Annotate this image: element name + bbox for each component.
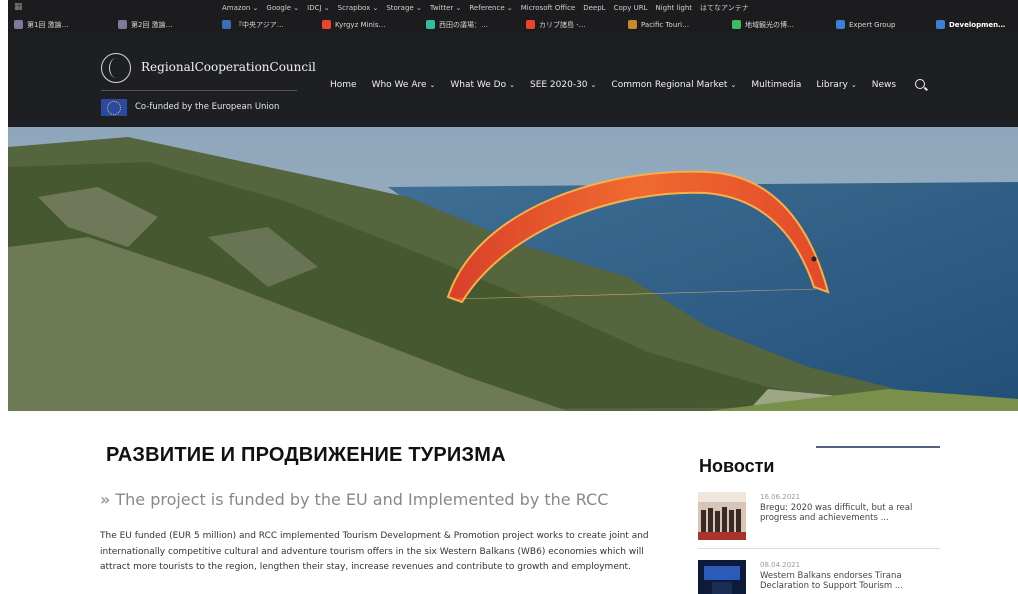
- bookmark-tab[interactable]: Kyrgyz Minis…: [322, 18, 385, 31]
- bookmark-link[interactable]: DeepL: [583, 4, 605, 12]
- bookmark-tab-label: 地域観光の博…: [745, 20, 794, 29]
- subtitle-text: The project is funded by the EU and Impl…: [115, 490, 609, 509]
- bookmark-tab-label: カリブ諸島 -…: [539, 20, 586, 29]
- cofunded-label: Co-funded by the European Union: [135, 102, 280, 112]
- page-title: РАЗВИТИЕ И ПРОДВИЖЕНИЕ ТУРИЗМА: [106, 444, 506, 466]
- hero-image: [8, 127, 1018, 411]
- rcc-logo-icon[interactable]: [101, 53, 131, 83]
- main-nav: Home Who We Are ⌄ What We Do ⌄ SEE 2020-30 ⌄ Co…: [330, 80, 896, 90]
- bookmark-tab[interactable]: カリブ諸島 -…: [526, 18, 586, 31]
- bookmarks-bar: ▦ Amazon ⌄ Google ⌄ IDCJ ⌄ Scrapbox ⌄ Storag…: [8, 0, 1018, 33]
- bookmark-link[interactable]: Reference ⌄: [469, 4, 512, 12]
- favicon-icon: [222, 20, 231, 29]
- nav-item-home[interactable]: Home: [330, 80, 357, 90]
- bookmark-tab-label: 『中央アジア…: [235, 20, 284, 29]
- apps-grid-icon[interactable]: ▦: [14, 2, 23, 12]
- news-thumbnail[interactable]: [698, 492, 746, 540]
- bookmark-tab-label: 第1回 激論…: [27, 20, 69, 29]
- nav-item-label: Library: [816, 80, 848, 90]
- news-item[interactable]: 16.06.2021 Bregu: 2020 was difficult, bu…: [698, 492, 940, 548]
- bookmark-link[interactable]: Scrapbox ⌄: [338, 4, 379, 12]
- bookmark-tab-label: 西田の議場：…: [439, 20, 488, 29]
- favicon-icon: [426, 20, 435, 29]
- favicon-icon: [322, 20, 331, 29]
- news-separator: [698, 548, 940, 549]
- favicon-icon: [628, 20, 637, 29]
- chevron-down-icon: ⌄: [509, 81, 515, 89]
- bookmark-tab[interactable]: 西田の議場：…: [426, 18, 488, 31]
- chevron-down-icon: ⌄: [590, 81, 597, 89]
- nav-item-who-we-are[interactable]: Who We Are ⌄: [372, 80, 436, 90]
- bookmark-tab[interactable]: Expert Group: [836, 18, 895, 31]
- nav-item-library[interactable]: Library ⌄: [816, 80, 856, 90]
- bookmark-tab-label: Pacific Touri…: [641, 20, 690, 29]
- bookmark-tab-label: Expert Group: [849, 20, 896, 29]
- nav-item-label: Who We Are: [371, 80, 427, 90]
- nav-item-multimedia[interactable]: Multimedia: [751, 80, 801, 90]
- bookmark-link[interactable]: Amazon ⌄: [222, 4, 258, 12]
- news-date: 08.04.2021: [760, 561, 801, 569]
- favicon-icon: [526, 20, 535, 29]
- favicon-icon: [936, 20, 945, 29]
- nav-item-what-we-do[interactable]: What We Do ⌄: [450, 80, 515, 90]
- bookmark-tabs-row: 第1回 激論… 第2回 激論… 『中央アジア… Kyrgyz Minis… 西田の議場：…: [8, 16, 1018, 33]
- bookmark-tab-label: 第2回 激論…: [131, 20, 173, 29]
- double-chevron-icon: »: [100, 490, 110, 509]
- favicon-icon: [732, 20, 741, 29]
- bookmark-link[interactable]: Twitter ⌄: [430, 4, 462, 12]
- news-accent-rule: [816, 446, 940, 448]
- bookmark-tab-label: Kyrgyz Minis…: [335, 20, 386, 29]
- nav-item-label: What We Do: [450, 80, 507, 90]
- chevron-down-icon: ⌄: [850, 81, 857, 89]
- nav-item-label: SEE 2020-30: [529, 80, 588, 90]
- browser-page: ▦ Amazon ⌄ Google ⌄ IDCJ ⌄ Scrapbox ⌄ Storag…: [0, 0, 1018, 594]
- hero-landscape: [8, 127, 1018, 411]
- news-thumbnail[interactable]: [698, 560, 746, 594]
- bookmark-tab[interactable]: 『中央アジア…: [222, 18, 284, 31]
- bookmark-link[interactable]: Google ⌄: [266, 4, 299, 12]
- news-heading: Новости: [699, 456, 775, 476]
- nav-item-news[interactable]: News: [872, 80, 896, 90]
- news-date: 16.06.2021: [760, 493, 801, 501]
- bookmark-links: Amazon ⌄ Google ⌄ IDCJ ⌄ Scrapbox ⌄ Storage …: [222, 3, 757, 13]
- chevron-down-icon: ⌄: [429, 81, 436, 89]
- site-logo-text[interactable]: RegionalCooperationCouncil: [141, 60, 316, 74]
- intro-paragraph: The EU funded (EUR 5 million) and RCC im…: [100, 531, 649, 572]
- site-header: RegionalCooperationCouncil Co-funded by …: [8, 33, 1018, 127]
- news-title[interactable]: Western Balkans endorses Tirana Declarat…: [760, 571, 940, 591]
- bookmark-link[interactable]: はてなアンテナ: [700, 4, 749, 12]
- nav-item-label: Common Regional Market: [611, 80, 728, 90]
- news-item[interactable]: 08.04.2021 Western Balkans endorses Tira…: [698, 560, 940, 594]
- bookmark-tab[interactable]: Pacific Touri…: [628, 18, 689, 31]
- bookmark-link[interactable]: Night light: [655, 4, 692, 12]
- favicon-icon: [836, 20, 845, 29]
- bookmark-tab[interactable]: 地域観光の博…: [732, 18, 794, 31]
- news-title[interactable]: Bregu: 2020 was difficult, but a real pr…: [760, 503, 940, 523]
- search-icon[interactable]: [915, 79, 925, 89]
- nav-item-label: News: [871, 80, 897, 90]
- bookmark-link[interactable]: IDCJ ⌄: [307, 4, 330, 12]
- chevron-down-icon: ⌄: [730, 81, 737, 89]
- bookmark-link[interactable]: Storage ⌄: [386, 4, 421, 12]
- bookmark-tab[interactable]: 第2回 激論…: [118, 18, 173, 31]
- bookmark-link[interactable]: Microsoft Office: [521, 4, 576, 12]
- bookmark-tab-label: Developmen…: [949, 20, 1006, 29]
- bookmark-link[interactable]: Copy URL: [614, 4, 648, 12]
- logo-divider: [101, 90, 297, 91]
- favicon-icon: [14, 20, 23, 29]
- favicon-icon: [118, 20, 127, 29]
- bookmark-tab[interactable]: Developmen…: [936, 18, 1005, 31]
- nav-item-label: Multimedia: [751, 80, 802, 90]
- bookmarks-row: ▦ Amazon ⌄ Google ⌄ IDCJ ⌄ Scrapbox ⌄ Storag…: [8, 0, 1018, 16]
- page-subtitle: » The project is funded by the EU and Im…: [100, 490, 608, 509]
- nav-item-label: Home: [330, 80, 357, 90]
- bookmark-tab[interactable]: 第1回 激論…: [14, 18, 69, 31]
- nav-item-common-regional-market[interactable]: Common Regional Market ⌄: [611, 80, 736, 90]
- eu-flag-icon: [101, 99, 127, 116]
- nav-item-see-2020-30[interactable]: SEE 2020-30 ⌄: [530, 80, 596, 90]
